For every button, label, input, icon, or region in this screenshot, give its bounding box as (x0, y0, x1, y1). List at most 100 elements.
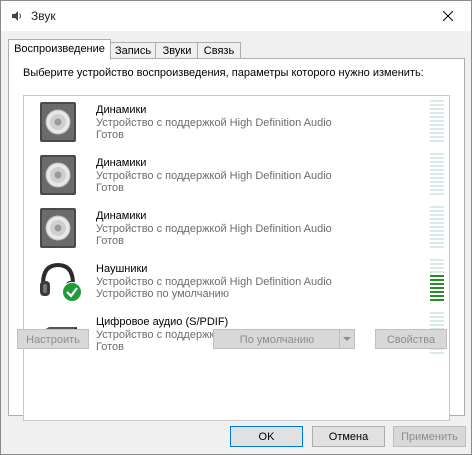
speaker-icon (40, 102, 76, 142)
apply-button-label: Применить (401, 431, 458, 443)
chevron-down-icon (343, 337, 351, 341)
cancel-button-label: Отмена (328, 431, 369, 443)
meter-segment (430, 279, 444, 281)
meter-segment (430, 295, 444, 297)
properties-button-label: Свойства (386, 334, 436, 346)
meter-segment (430, 263, 444, 265)
device-item-headphones[interactable]: Наушники Устройство с поддержкой High De… (24, 255, 449, 308)
device-status: Готов (96, 341, 124, 353)
meter-segment (430, 124, 444, 126)
volume-meter (430, 100, 444, 144)
meter-segment (430, 312, 444, 314)
title-bar: Звук (1, 1, 471, 31)
set-default-dropdown[interactable] (339, 330, 354, 348)
meter-segment (430, 153, 444, 155)
device-name: Цифровое аудио (S/PDIF) (96, 316, 229, 328)
meter-segment (430, 189, 444, 191)
meter-segment (430, 226, 444, 228)
device-name: Динамики (96, 104, 147, 116)
meter-segment (430, 299, 444, 301)
meter-segment (430, 112, 444, 114)
device-name: Наушники (96, 263, 148, 275)
meter-segment (430, 100, 444, 102)
close-icon (443, 11, 453, 21)
meter-segment (430, 165, 444, 167)
device-item-speakers-1[interactable]: Динамики Устройство с поддержкой High De… (24, 96, 449, 149)
device-description: Устройство с поддержкой High Definition … (96, 276, 332, 288)
device-status: Готов (96, 182, 124, 194)
device-status: Готов (96, 235, 124, 247)
speaker-icon (40, 208, 76, 248)
tab-sounds-label: Звуки (162, 45, 192, 57)
set-default-button[interactable]: По умолчанию (213, 329, 355, 349)
sound-dialog: Звук Воспроизведение Запись Звуки Связь … (0, 0, 472, 455)
instruction-text: Выберите устройство воспроизведения, пар… (23, 67, 424, 79)
device-list[interactable]: Динамики Устройство с поддержкой High De… (23, 95, 450, 421)
meter-segment (430, 177, 444, 179)
device-description: Устройство с поддержкой High Definition … (96, 223, 332, 235)
meter-segment (430, 193, 444, 195)
meter-segment (430, 238, 444, 240)
meter-segment (430, 234, 444, 236)
device-description: Устройство с поддержкой High Definition … (96, 117, 332, 129)
meter-segment (430, 214, 444, 216)
meter-segment (430, 246, 444, 248)
meter-segment (430, 271, 444, 273)
meter-segment (430, 104, 444, 106)
configure-button-label: Настроить (26, 334, 80, 346)
volume-meter (430, 259, 444, 303)
ok-button[interactable]: OK (230, 426, 303, 447)
volume-meter (430, 153, 444, 197)
meter-segment (430, 230, 444, 232)
meter-segment (430, 316, 444, 318)
meter-segment (430, 128, 444, 130)
configure-button[interactable]: Настроить (17, 329, 89, 349)
meter-segment (430, 181, 444, 183)
meter-segment (430, 120, 444, 122)
meter-segment (430, 108, 444, 110)
meter-segment (430, 185, 444, 187)
meter-segment (430, 275, 444, 277)
cancel-button[interactable]: Отмена (312, 426, 385, 447)
meter-segment (430, 169, 444, 171)
default-check-icon (62, 282, 82, 302)
meter-segment (430, 161, 444, 163)
device-status: Устройство по умолчанию (96, 288, 230, 300)
meter-segment (430, 291, 444, 293)
device-item-speakers-2[interactable]: Динамики Устройство с поддержкой High De… (24, 149, 449, 202)
tab-recording-label: Запись (114, 45, 152, 57)
tab-communications-label: Связь (203, 45, 235, 57)
device-name: Динамики (96, 157, 147, 169)
meter-segment (430, 320, 444, 322)
device-status: Готов (96, 129, 124, 141)
window-title: Звук (31, 9, 56, 23)
meter-segment (430, 136, 444, 138)
meter-segment (430, 132, 444, 134)
meter-segment (430, 116, 444, 118)
playback-panel: Выберите устройство воспроизведения, пар… (8, 58, 465, 421)
meter-segment (430, 283, 444, 285)
meter-segment (430, 218, 444, 220)
properties-button[interactable]: Свойства (375, 329, 447, 349)
meter-segment (430, 259, 444, 261)
meter-segment (430, 157, 444, 159)
meter-segment (430, 173, 444, 175)
tab-playback-label: Воспроизведение (14, 43, 105, 55)
meter-segment (430, 206, 444, 208)
close-button[interactable] (425, 1, 471, 31)
apply-button[interactable]: Применить (393, 426, 466, 447)
meter-segment (430, 140, 444, 142)
ok-button-label: OK (258, 431, 275, 443)
meter-segment (430, 242, 444, 244)
speaker-icon (40, 155, 76, 195)
meter-segment (430, 222, 444, 224)
device-description: Устройство с поддержкой High Definition … (96, 170, 332, 182)
meter-segment (430, 267, 444, 269)
tab-playback[interactable]: Воспроизведение (8, 39, 111, 60)
meter-segment (430, 210, 444, 212)
set-default-button-label: По умолчанию (239, 334, 315, 346)
device-item-speakers-3[interactable]: Динамики Устройство с поддержкой High De… (24, 202, 449, 255)
meter-segment (430, 287, 444, 289)
meter-segment (430, 324, 444, 326)
device-name: Динамики (96, 210, 147, 222)
